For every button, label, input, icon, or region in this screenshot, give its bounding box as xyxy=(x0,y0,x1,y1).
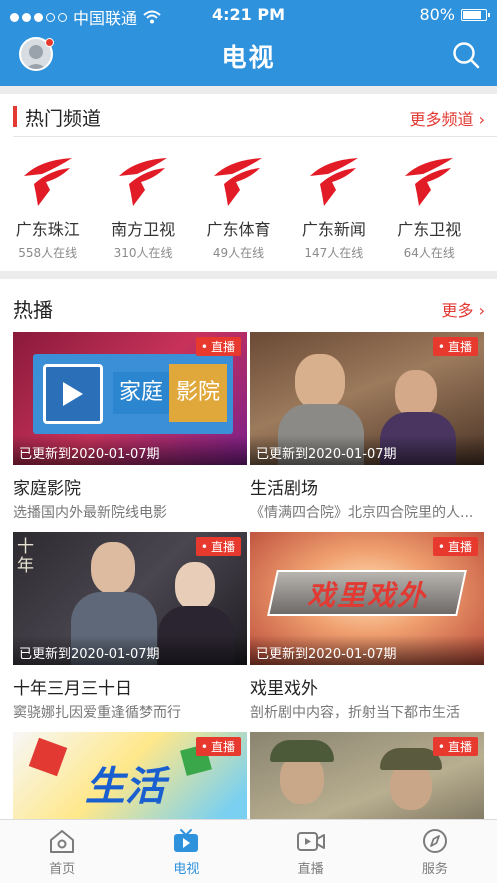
live-badge: 直播 xyxy=(432,737,478,756)
tab-tv[interactable]: 电视 xyxy=(124,820,248,883)
program-thumbnail: 直播 已更新到2020-01-07期 xyxy=(250,332,484,465)
program-card[interactable]: 直播 已更新到2020-01-07期 生活剧场 《情满四合院》北京四合院里的人.… xyxy=(250,332,484,522)
thumb-text: 十年 xyxy=(17,537,34,576)
play-icon xyxy=(63,382,83,406)
home-icon xyxy=(50,830,75,853)
channel-name: 广东珠江 xyxy=(15,220,80,239)
section-marker xyxy=(13,106,17,127)
tab-label: 电视 xyxy=(173,862,200,877)
hot-broadcast-section: 热播 更多 › 家庭 影院 直播 已更新到2020-01-07期 家庭影院 选播… xyxy=(0,279,497,819)
more-channels-link[interactable]: 更多频道 › xyxy=(410,106,486,130)
program-title: 家庭影院 xyxy=(13,479,81,499)
thumb-text: 影院 xyxy=(169,364,227,422)
update-label: 已更新到2020-01-07期 xyxy=(250,435,484,465)
divider xyxy=(13,136,497,137)
channel-name: 南方卫视 xyxy=(111,220,176,239)
program-desc: 剖析剧中内容，折射当下都市生活 xyxy=(250,705,460,721)
thumb-text: 戏里戏外 xyxy=(306,579,427,612)
program-title: 生活剧场 xyxy=(250,479,318,499)
guangdong-tv-logo-icon xyxy=(405,158,454,206)
program-thumbnail: 戏里戏外 直播 已更新到2020-01-07期 xyxy=(250,532,484,665)
program-title: 戏里戏外 xyxy=(250,679,318,699)
channel-name: 广东新闻 xyxy=(301,220,366,239)
app-header: 中国联通 4:21 PM 80% 电视 xyxy=(0,0,497,86)
battery-percent: 80% xyxy=(419,5,455,24)
thumb-text: 家庭 xyxy=(113,372,169,414)
guangdong-tv-logo-icon xyxy=(214,158,263,206)
program-desc: 窦骁娜扎因爱重逢循梦而行 xyxy=(13,705,181,721)
live-badge: 直播 xyxy=(432,337,478,356)
channel-viewers: 64人在线 xyxy=(403,246,455,260)
update-label: 已更新到2020-01-07期 xyxy=(250,635,484,665)
status-bar: 中国联通 4:21 PM 80% xyxy=(0,0,497,30)
live-badge: 直播 xyxy=(195,737,241,756)
channel-viewers: 49人在线 xyxy=(212,246,265,260)
channel-item[interactable]: 广东体育 49人在线 xyxy=(191,154,286,261)
section-title: 热门频道 xyxy=(25,108,102,130)
program-thumbnail: 十年 直播 已更新到2020-01-07期 xyxy=(13,532,247,665)
channel-viewers: 558人在线 xyxy=(18,246,78,260)
channel-name: 广东卫视 xyxy=(397,220,462,239)
more-link[interactable]: 更多 › xyxy=(442,297,486,321)
guangdong-tv-logo-icon xyxy=(309,158,358,206)
channel-item[interactable]: 广东新闻 147人在线 xyxy=(286,154,381,261)
guangdong-tv-logo-icon xyxy=(119,158,168,206)
hot-channels-section: 热门频道 更多频道 › 广东珠江 558人在线 南方卫视 310人在线 广东体育… xyxy=(0,94,497,271)
channel-item[interactable]: 南方卫视 310人在线 xyxy=(95,154,190,261)
live-badge: 直播 xyxy=(432,537,478,556)
thumb-text: 生活 xyxy=(85,764,165,810)
program-card[interactable]: 十年 直播 已更新到2020-01-07期 十年三月三十日 窦骁娜扎因爱重逢循梦… xyxy=(13,532,247,722)
battery-icon xyxy=(461,8,490,21)
channel-list: 广东珠江 558人在线 南方卫视 310人在线 广东体育 49人在线 广东新闻 … xyxy=(0,154,497,261)
program-title: 十年三月三十日 xyxy=(13,679,132,699)
guangdong-tv-logo-icon xyxy=(23,158,72,206)
program-desc: 《情满四合院》北京四合院里的人... xyxy=(250,505,474,521)
tab-label: 服务 xyxy=(421,862,448,877)
tab-label: 首页 xyxy=(49,862,76,877)
channel-viewers: 310人在线 xyxy=(113,246,173,260)
program-thumbnail: 直播 xyxy=(250,732,484,819)
tab-live[interactable]: 直播 xyxy=(249,820,373,883)
section-title: 热播 xyxy=(13,298,53,322)
live-badge: 直播 xyxy=(195,337,241,356)
page-title: 电视 xyxy=(221,43,276,72)
channel-viewers: 147人在线 xyxy=(304,246,364,260)
tv-icon xyxy=(174,829,199,852)
tab-services[interactable]: 服务 xyxy=(373,820,497,883)
tab-home[interactable]: 首页 xyxy=(0,820,124,883)
program-card[interactable]: 生活 直播 xyxy=(13,732,247,819)
program-card[interactable]: 戏里戏外 直播 已更新到2020-01-07期 戏里戏外 剖析剧中内容，折射当下… xyxy=(250,532,484,722)
channel-item[interactable]: 广东珠江 558人在线 xyxy=(0,154,95,261)
live-badge: 直播 xyxy=(195,537,241,556)
update-label: 已更新到2020-01-07期 xyxy=(13,435,247,465)
bottom-tab-bar: 首页 电视 直播 服务 xyxy=(0,819,497,883)
program-thumbnail: 生活 直播 xyxy=(13,732,247,819)
search-icon[interactable] xyxy=(451,40,481,70)
channel-item[interactable]: 广东卫视 64人在线 xyxy=(382,154,477,261)
tab-label: 直播 xyxy=(297,862,324,877)
program-desc: 选播国内外最新院线电影 xyxy=(13,505,167,521)
program-card[interactable]: 家庭 影院 直播 已更新到2020-01-07期 家庭影院 选播国内外最新院线电… xyxy=(13,332,247,522)
program-card[interactable]: 直播 xyxy=(250,732,484,819)
update-label: 已更新到2020-01-07期 xyxy=(13,635,247,665)
channel-name: 广东体育 xyxy=(206,220,271,239)
compass-icon xyxy=(422,829,447,853)
live-camera-icon xyxy=(296,832,325,851)
program-thumbnail: 家庭 影院 直播 已更新到2020-01-07期 xyxy=(13,332,247,465)
